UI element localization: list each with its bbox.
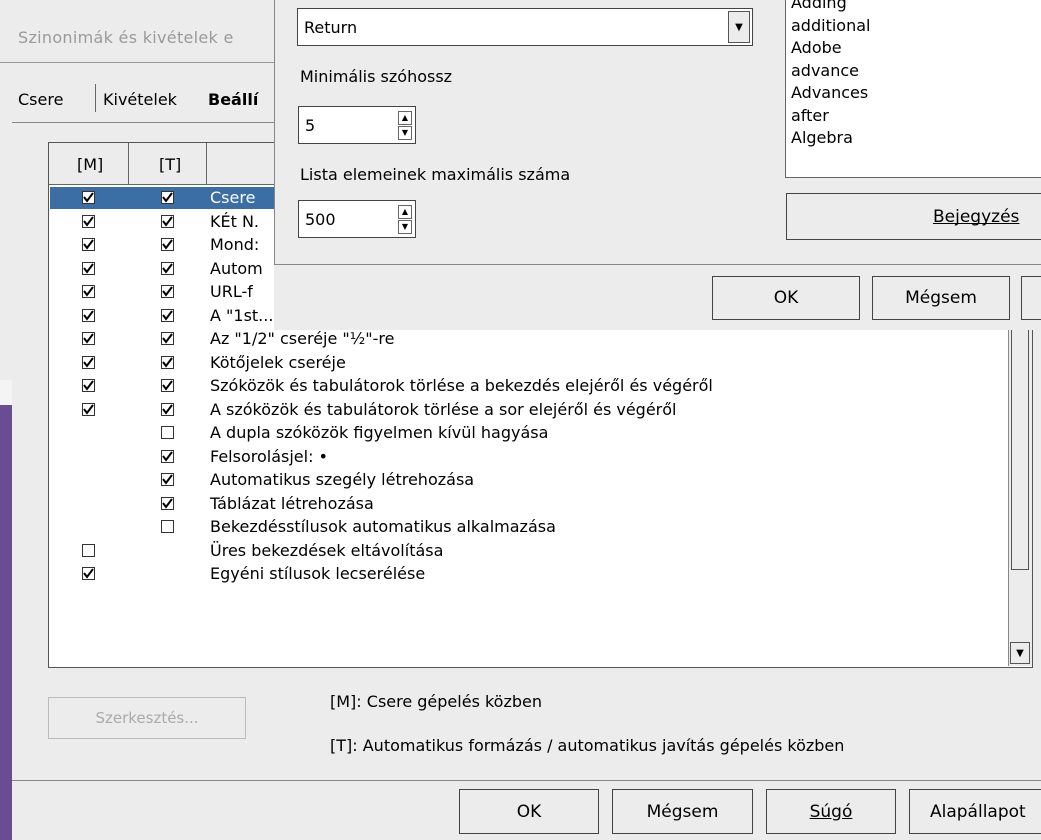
table-row-label[interactable]: A dupla szóközök figyelmen kívül hagyása [210, 422, 548, 444]
checkbox-m[interactable] [82, 238, 95, 251]
checkbox-t[interactable] [161, 403, 174, 416]
checkbox-t[interactable] [161, 332, 174, 345]
word-list-item[interactable]: additional [791, 15, 870, 38]
table-row-label[interactable]: A szóközök és tabulátorok törlése a sor … [210, 399, 676, 421]
word-list-item[interactable]: Adding [791, 0, 870, 15]
overlay-help-button[interactable] [1021, 276, 1041, 320]
checkbox-m[interactable] [82, 285, 95, 298]
table-row-label[interactable]: Csere [210, 187, 255, 209]
word-list-item[interactable]: after [791, 105, 870, 128]
table-row-label[interactable]: Üres bekezdések eltávolítása [210, 540, 443, 562]
word-list-item[interactable]: Adobe [791, 37, 870, 60]
cancel-button[interactable]: Mégsem [612, 789, 753, 834]
checkbox-t[interactable] [161, 309, 174, 322]
header-col-t-label: [T] [159, 155, 182, 174]
spin-down-icon[interactable]: ▼ [398, 220, 412, 234]
checkbox-m[interactable] [82, 215, 95, 228]
checkbox-t[interactable] [161, 285, 174, 298]
header-col-m-label: [M] [77, 155, 104, 174]
spin-up-icon[interactable]: ▲ [398, 205, 412, 219]
checkbox-m[interactable] [82, 403, 95, 416]
max-entries-value: 500 [305, 210, 336, 229]
table-row-label[interactable]: Bekezdésstílusok automatikus alkalmazása [210, 516, 556, 538]
edit-button[interactable]: Szerkesztés... [48, 697, 246, 739]
checkbox-m[interactable] [82, 191, 95, 204]
header-col-m[interactable]: [M] [49, 143, 129, 184]
table-row-label[interactable]: Az "1/2" cseréje "½"-re [210, 328, 394, 350]
checkbox-t[interactable] [161, 215, 174, 228]
overlay-ok-button[interactable]: OK [712, 276, 860, 320]
checkbox-m[interactable] [82, 544, 95, 557]
checkbox-t[interactable] [161, 497, 174, 510]
overlay-top-bottom-border [274, 264, 1041, 265]
tab-kivetelek[interactable]: Kivételek [103, 90, 177, 109]
reset-button[interactable]: Alapállapot [909, 789, 1041, 834]
checkbox-m[interactable] [82, 262, 95, 275]
table-row-label[interactable]: Szóközök és tabulátorok törlése a bekezd… [210, 375, 713, 397]
combo-dropdown-button[interactable]: ▼ [728, 11, 750, 43]
checkbox-t[interactable] [161, 450, 174, 463]
background-panel [0, 405, 12, 840]
arrow-down-icon: ▼ [1016, 647, 1024, 659]
table-row-label[interactable]: Táblázat létrehozása [210, 493, 374, 515]
tab-beallitasok[interactable]: Beállí [208, 90, 258, 109]
word-list[interactable]: Adding additional Adobe advance Advances afte… [785, 0, 1041, 178]
table-row-label[interactable]: KÉt N. [210, 211, 259, 233]
legend-m: [M]: Csere gépelés közben [330, 692, 543, 711]
table-row-label[interactable]: Mond: [210, 234, 259, 256]
overlay-left-border [274, 0, 275, 265]
checkbox-t[interactable] [161, 379, 174, 392]
header-col-t[interactable]: [T] [129, 143, 207, 184]
accept-with-combo[interactable]: Return ▼ [297, 8, 753, 46]
checkbox-t[interactable] [161, 191, 174, 204]
reset-button-label: Alapállapot [930, 801, 1026, 822]
entries-button-label: Bejegyzés [933, 206, 1020, 227]
max-entries-spinner[interactable]: 500 ▲ ▼ [298, 200, 416, 238]
chevron-down-icon: ▼ [735, 21, 743, 33]
min-word-length-label: Minimális szóhossz [300, 67, 453, 86]
min-word-length-value: 5 [305, 116, 316, 135]
spin-up-icon[interactable]: ▲ [398, 111, 412, 125]
checkbox-t[interactable] [161, 473, 174, 486]
accept-with-value: Return [304, 18, 358, 37]
checkbox-m[interactable] [82, 379, 95, 392]
tab-csere[interactable]: Csere [18, 90, 63, 109]
table-row-label[interactable]: Autom [210, 258, 263, 280]
word-list-item[interactable]: Advances [791, 82, 870, 105]
max-entries-label: Lista elemeinek maximális száma [300, 165, 571, 184]
button-area-separator [12, 780, 1041, 781]
min-word-length-spinner[interactable]: 5 ▲ ▼ [298, 106, 416, 144]
scroll-down-button[interactable]: ▼ [1010, 642, 1030, 664]
spin-down-icon[interactable]: ▼ [398, 126, 412, 140]
checkbox-t[interactable] [161, 262, 174, 275]
table-row-label[interactable]: Egyéni stílusok lecserélése [210, 563, 425, 585]
table-row-label[interactable]: Felsorolásjel: • [210, 446, 328, 468]
ok-button[interactable]: OK [459, 789, 599, 834]
checkbox-t[interactable] [161, 520, 174, 533]
word-list-item[interactable]: advance [791, 60, 870, 83]
dialog-title: Szinonimák és kivételek e [18, 28, 234, 47]
table-row-label[interactable]: URL-f [210, 281, 253, 303]
checkbox-t[interactable] [161, 238, 174, 251]
checkbox-m[interactable] [82, 567, 95, 580]
checkbox-m[interactable] [82, 309, 95, 322]
background-panel-light [0, 380, 12, 405]
entries-button[interactable]: Bejegyzés [786, 193, 1041, 240]
checkbox-t[interactable] [161, 356, 174, 369]
word-list-item[interactable]: Algebra [791, 127, 870, 150]
overlay-cancel-button[interactable]: Mégsem [872, 276, 1010, 320]
checkbox-m[interactable] [82, 332, 95, 345]
table-row-label[interactable]: Automatikus szegély létrehozása [210, 469, 474, 491]
checkbox-m[interactable] [82, 356, 95, 369]
tab-separator [95, 84, 96, 112]
help-button[interactable]: Súgó [766, 789, 896, 834]
legend-t: [T]: Automatikus formázás / automatikus … [330, 736, 845, 755]
checkbox-t[interactable] [161, 426, 174, 439]
table-row-label[interactable]: Kötőjelek cseréje [210, 352, 346, 374]
scrollbar-thumb[interactable] [1011, 320, 1029, 570]
